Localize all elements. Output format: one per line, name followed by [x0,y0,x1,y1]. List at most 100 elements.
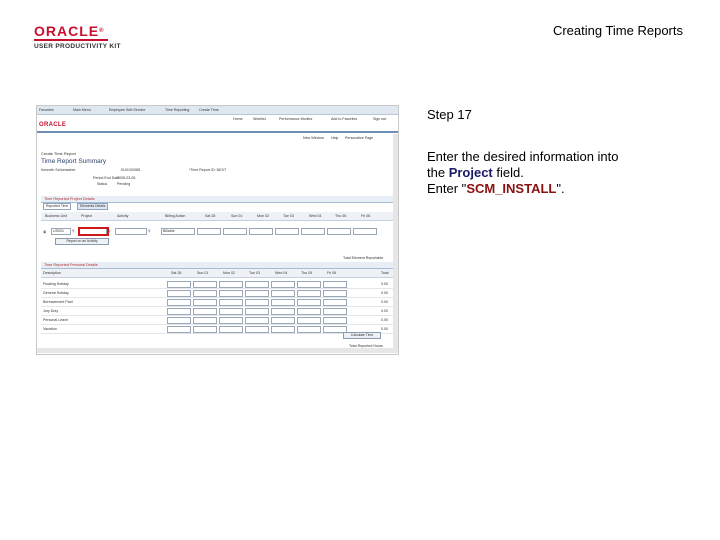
hours-input[interactable] [219,299,243,306]
billing-action-input[interactable]: Billable [161,228,195,235]
hours-input[interactable] [323,317,347,324]
hours-input[interactable] [271,308,295,315]
table-row: Vacation 0.00 [41,325,395,334]
lookup-icon[interactable]: ⚲ [108,229,111,233]
nav-home[interactable]: Home [233,117,243,121]
hours-input[interactable] [167,290,191,297]
grid2-header: Description Sat 28 Sun 01 Mon 02 Tue 03 … [41,269,395,278]
hours-input[interactable] [245,308,269,315]
step-number: Step 17 [427,107,472,122]
hours-input[interactable] [297,308,321,315]
hours-input[interactable] [167,326,191,333]
day-input[interactable] [353,228,377,235]
col-header: Sun 01 [197,271,209,275]
hours-input[interactable] [167,281,191,288]
hours-input[interactable] [297,326,321,333]
nav-favorites[interactable]: Add to Favorites [331,117,357,121]
hours-input[interactable] [193,317,217,324]
breadcrumb-bar: Favorites Main Menu Employee Self-Servic… [37,106,398,115]
hours-input[interactable] [297,290,321,297]
table-row: Personal Leave 0.00 [41,316,395,325]
hours-input[interactable] [219,308,243,315]
breadcrumb-item[interactable]: Favorites [39,108,54,112]
col-header: Mon 02 [223,271,235,275]
breadcrumb-item[interactable]: Main Menu [73,108,91,112]
hours-input[interactable] [271,326,295,333]
day-input[interactable] [197,228,221,235]
vertical-scrollbar[interactable] [393,134,398,348]
personalize-link[interactable]: Personalize Page [345,136,373,140]
row-label: Vacation [43,327,57,331]
day-input[interactable] [327,228,351,235]
hours-input[interactable] [271,290,295,297]
breadcrumb-item[interactable]: Time Reporting [165,108,189,112]
hours-input[interactable] [167,308,191,315]
activity-input[interactable] [115,228,147,235]
nav-worklist[interactable]: Worklist [253,117,266,121]
grid-header: Business Unit Project Activity Billing A… [41,212,395,221]
day-input[interactable] [275,228,299,235]
report-activity-button[interactable]: Report on an Activity [55,238,109,245]
row-label: General Holiday [43,291,69,295]
new-window-link[interactable]: New Window [303,136,324,140]
day-input[interactable] [301,228,325,235]
tab-elements-details[interactable]: Elements Details [77,203,109,210]
hours-input[interactable] [245,290,269,297]
hours-input[interactable] [193,290,217,297]
hours-input[interactable] [323,290,347,297]
hours-input[interactable] [193,281,217,288]
oracle-upk-logo: ORACLE® USER PRODUCTIVITY KIT [34,24,124,50]
lookup-icon[interactable]: ⚲ [148,229,151,233]
hours-input[interactable] [271,281,295,288]
row-icon[interactable]: ▣ [43,230,46,234]
project-details-section: Time Reported Project Details [41,196,395,203]
col-header: Description [43,271,61,275]
day-input[interactable] [223,228,247,235]
nav-performance[interactable]: Performance Monitor [279,117,313,121]
hours-input[interactable] [297,317,321,324]
hours-input[interactable] [245,281,269,288]
hours-input[interactable] [167,299,191,306]
nav-signout[interactable]: Sign out [373,117,386,121]
hours-input[interactable] [219,281,243,288]
horizontal-scrollbar[interactable] [37,348,398,353]
lookup-icon[interactable]: ⚲ [72,229,75,233]
hours-input[interactable] [323,299,347,306]
hours-input[interactable] [193,308,217,315]
totals-link[interactable]: Total Element Reportable [343,256,383,260]
row-total: 0.00 [381,318,388,322]
business-unit-input[interactable]: US001 [51,228,71,235]
col-header: Wed 04 [275,271,288,275]
hours-input[interactable] [297,299,321,306]
step-instructions: Enter the desired information into the P… [427,149,619,196]
page-crumb: Create Time Report [41,151,76,156]
header-separator [37,131,398,133]
table-row: Bereavement Paid 0.00 [41,298,395,307]
col-header: Project [81,214,93,218]
hours-input[interactable] [297,281,321,288]
personal-details-section: Time Reported Personal Details [41,262,395,269]
day-input[interactable] [249,228,273,235]
hours-input[interactable] [193,299,217,306]
hours-input[interactable] [323,308,347,315]
breadcrumb-item[interactable]: Create Time [199,108,219,112]
hours-input[interactable] [219,317,243,324]
hours-input[interactable] [323,281,347,288]
hours-input[interactable] [219,290,243,297]
calculate-button[interactable]: Calculate Time [343,332,381,339]
col-header: Wed 04 [309,214,322,218]
hours-input[interactable] [167,317,191,324]
hours-input[interactable] [245,326,269,333]
page-title: Time Report Summary [41,158,107,165]
tab-reported-time[interactable]: Reported Time [43,203,72,210]
hours-input[interactable] [271,299,295,306]
oracle-wordmark: ORACLE® [34,23,105,39]
hours-input[interactable] [245,299,269,306]
hours-input[interactable] [219,326,243,333]
row-total: 0.00 [381,282,388,286]
hours-input[interactable] [245,317,269,324]
help-link[interactable]: Help [331,136,338,140]
breadcrumb-item[interactable]: Employee Self-Service [109,108,145,112]
hours-input[interactable] [271,317,295,324]
hours-input[interactable] [193,326,217,333]
